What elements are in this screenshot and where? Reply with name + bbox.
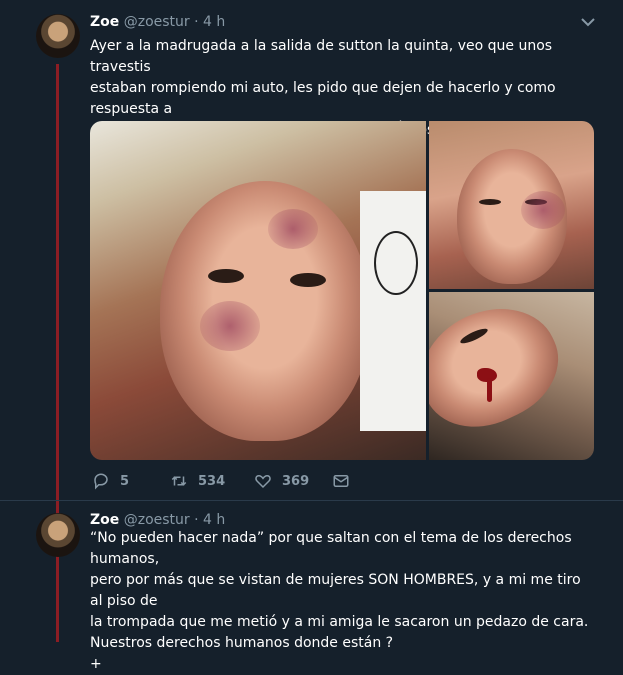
reply-count: 5 bbox=[120, 473, 130, 489]
background-drawing bbox=[360, 191, 426, 431]
user-handle[interactable]: @zoestur bbox=[124, 14, 190, 30]
reply-icon bbox=[94, 473, 108, 490]
tweet-actions: 5 534 369 bbox=[90, 470, 490, 492]
like-count: 369 bbox=[282, 473, 310, 489]
avatar[interactable] bbox=[36, 513, 80, 557]
bruise-mark bbox=[200, 301, 260, 351]
media-grid bbox=[90, 121, 594, 460]
separator-dot: · bbox=[194, 14, 199, 30]
timestamp[interactable]: 4 h bbox=[203, 14, 225, 30]
retweet-button[interactable]: 534 bbox=[170, 470, 225, 492]
avatar[interactable] bbox=[36, 14, 80, 58]
chevron-down-icon[interactable] bbox=[581, 16, 595, 27]
display-name[interactable]: Zoe bbox=[90, 14, 119, 30]
envelope-icon bbox=[333, 475, 349, 487]
user-handle[interactable]: @zoestur bbox=[124, 512, 190, 528]
display-name[interactable]: Zoe bbox=[90, 512, 119, 528]
message-button[interactable] bbox=[332, 470, 360, 492]
eye-left bbox=[208, 269, 244, 283]
reply-button[interactable]: 5 bbox=[92, 470, 129, 492]
face-shape bbox=[429, 292, 576, 447]
heart-icon bbox=[255, 474, 271, 489]
photo-top-right[interactable] bbox=[429, 121, 594, 289]
tweet[interactable]: Zoe @zoestur · 4 h “No pueden hacer nada… bbox=[0, 500, 623, 672]
eye-left bbox=[479, 199, 501, 205]
photo-main[interactable] bbox=[90, 121, 426, 460]
photo-bottom-right[interactable] bbox=[429, 292, 594, 460]
wound-drip bbox=[487, 378, 492, 402]
eye-right bbox=[290, 273, 326, 287]
timestamp[interactable]: 4 h bbox=[203, 512, 225, 528]
bruise-mark bbox=[521, 191, 565, 229]
bruise-mark bbox=[268, 209, 318, 249]
separator-dot: · bbox=[194, 512, 199, 528]
tweet-header: Zoe @zoestur · 4 h bbox=[90, 512, 225, 528]
tweet-header: Zoe @zoestur · 4 h bbox=[90, 14, 225, 30]
like-button[interactable]: 369 bbox=[254, 470, 309, 492]
retweet-icon bbox=[171, 476, 187, 486]
tweet-text: “No pueden hacer nada” por que saltan co… bbox=[90, 530, 589, 672]
retweet-count: 534 bbox=[198, 473, 226, 489]
face-shape bbox=[160, 181, 370, 441]
tweet[interactable]: Zoe @zoestur · 4 h Ayer a la madrugada a… bbox=[0, 0, 623, 500]
